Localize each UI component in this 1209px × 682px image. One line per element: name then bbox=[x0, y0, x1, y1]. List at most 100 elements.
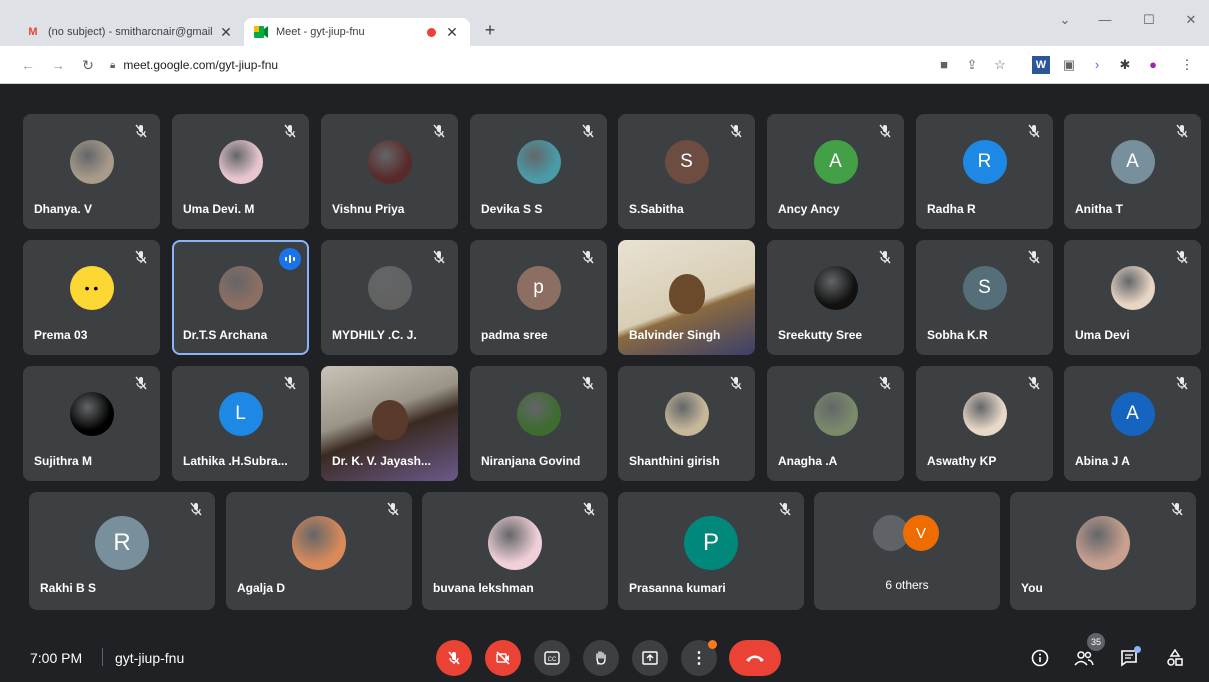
mic-muted-icon bbox=[581, 376, 595, 390]
participant-tile[interactable]: Aswathy KP bbox=[916, 366, 1053, 481]
participant-tile[interactable]: Agalja D bbox=[226, 492, 412, 610]
mic-muted-icon bbox=[729, 124, 743, 138]
minimize-icon[interactable]: — bbox=[1090, 12, 1120, 27]
participant-name: You bbox=[1021, 581, 1043, 595]
present-icon bbox=[642, 651, 658, 665]
mic-muted-icon bbox=[729, 376, 743, 390]
participant-tile[interactable]: Sujithra M bbox=[23, 366, 160, 481]
participant-tile[interactable]: Niranjana Govind bbox=[470, 366, 607, 481]
others-avatar-letter: V bbox=[903, 515, 939, 551]
participant-name: Aswathy KP bbox=[927, 454, 997, 468]
share-icon[interactable]: ⇪ bbox=[963, 56, 981, 74]
mic-muted-icon bbox=[581, 124, 595, 138]
bookmark-star-icon[interactable]: ☆ bbox=[991, 56, 1009, 74]
activities-button[interactable] bbox=[1163, 646, 1187, 670]
meeting-grid: Dhanya. V Uma Devi. M Vishnu Priya Devika S… bbox=[0, 84, 1209, 682]
participant-tile[interactable]: A Abina J A bbox=[1064, 366, 1201, 481]
forward-icon[interactable]: → bbox=[48, 57, 68, 73]
camera-in-use-icon[interactable]: ■ bbox=[935, 56, 953, 74]
tab-meet[interactable]: Meet - gyt-jiup-fnu ✕ bbox=[244, 18, 470, 46]
participant-tile[interactable]: Sreekutty Sree bbox=[767, 240, 904, 355]
mic-muted-icon bbox=[432, 250, 446, 264]
participant-name: MYDHILY .C. J. bbox=[332, 328, 417, 342]
participant-tile[interactable]: R Radha R bbox=[916, 114, 1053, 229]
mic-muted-icon bbox=[1027, 250, 1041, 264]
participant-avatar: S bbox=[664, 139, 709, 184]
lock-icon: 🔒︎ bbox=[110, 59, 116, 71]
maximize-icon[interactable]: ☐ bbox=[1134, 12, 1164, 28]
participant-tile[interactable]: Dr. K. V. Jayash... bbox=[321, 366, 458, 481]
participant-name: Dr.T.S Archana bbox=[183, 328, 268, 342]
participant-tile[interactable]: buvana lekshman bbox=[422, 492, 608, 610]
microphone-toggle-button[interactable] bbox=[436, 640, 472, 676]
new-tab-button[interactable]: + bbox=[478, 20, 502, 41]
participant-tile[interactable]: A Anitha T bbox=[1064, 114, 1201, 229]
extensions-puzzle-icon[interactable]: ✱ bbox=[1116, 56, 1134, 74]
mic-muted-icon bbox=[1175, 250, 1189, 264]
close-tab-icon[interactable]: ✕ bbox=[444, 24, 460, 41]
participant-tile[interactable]: Balvinder Singh bbox=[618, 240, 755, 355]
participant-avatar bbox=[69, 391, 114, 436]
participant-avatar bbox=[516, 391, 561, 436]
participant-tile[interactable]: Uma Devi. M bbox=[172, 114, 309, 229]
people-icon bbox=[1074, 651, 1094, 666]
close-tab-icon[interactable]: ✕ bbox=[218, 24, 234, 41]
mic-muted-icon bbox=[1027, 376, 1041, 390]
address-bar: ← → ↻ 🔒︎ meet.google.com/gyt-jiup-fnu ■ … bbox=[0, 46, 1209, 84]
raise-hand-button[interactable] bbox=[583, 640, 619, 676]
camera-toggle-button[interactable] bbox=[485, 640, 521, 676]
participant-avatar: A bbox=[1110, 139, 1155, 184]
mic-muted-icon bbox=[1175, 124, 1189, 138]
participant-tile[interactable]: You bbox=[1010, 492, 1196, 610]
participant-tile[interactable]: Shanthini girish bbox=[618, 366, 755, 481]
participant-tile[interactable]: Dr.T.S Archana bbox=[172, 240, 309, 355]
participant-avatar bbox=[813, 391, 858, 436]
participant-tile[interactable]: L Lathika .H.Subra... bbox=[172, 366, 309, 481]
participant-avatar bbox=[367, 265, 412, 310]
tab-search-icon[interactable]: ⌄ bbox=[1050, 12, 1080, 28]
back-icon[interactable]: ← bbox=[18, 57, 38, 73]
speaking-indicator-icon bbox=[279, 248, 301, 270]
participant-avatar: R bbox=[95, 516, 149, 570]
participant-tile[interactable]: A Ancy Ancy bbox=[767, 114, 904, 229]
present-screen-button[interactable] bbox=[632, 640, 668, 676]
tab-gmail[interactable]: M (no subject) - smitharcnair@gmail ✕ bbox=[16, 18, 244, 46]
tab-title: (no subject) - smitharcnair@gmail bbox=[48, 26, 213, 38]
participant-tile[interactable]: R Rakhi B S bbox=[29, 492, 215, 610]
participant-name: Radha R bbox=[927, 202, 976, 216]
participant-tile[interactable]: Anagha .A bbox=[767, 366, 904, 481]
participant-avatar: P bbox=[684, 516, 738, 570]
participant-tile[interactable]: p padma sree bbox=[470, 240, 607, 355]
captions-button[interactable]: CC bbox=[534, 640, 570, 676]
participant-tile[interactable]: MYDHILY .C. J. bbox=[321, 240, 458, 355]
more-options-button[interactable]: ⋮ bbox=[681, 640, 717, 676]
extension-arrow-icon[interactable]: › bbox=[1088, 56, 1106, 74]
participant-avatar bbox=[292, 516, 346, 570]
participant-tile[interactable]: Uma Devi bbox=[1064, 240, 1201, 355]
chat-button[interactable] bbox=[1117, 646, 1141, 670]
participant-tile[interactable]: S Sobha K.R bbox=[916, 240, 1053, 355]
participant-tile[interactable]: Dhanya. V bbox=[23, 114, 160, 229]
participant-tile[interactable]: S S.Sabitha bbox=[618, 114, 755, 229]
participant-avatar bbox=[218, 265, 263, 310]
leave-call-button[interactable] bbox=[729, 640, 781, 676]
browser-menu-icon[interactable]: ⋮ bbox=[1178, 56, 1196, 74]
word-extension-icon[interactable]: W bbox=[1032, 56, 1050, 74]
participant-tile[interactable]: • • Prema 03 bbox=[23, 240, 160, 355]
participant-tile[interactable]: Devika S S bbox=[470, 114, 607, 229]
current-time: 7:00 PM bbox=[30, 650, 83, 666]
participant-name: Anitha T bbox=[1075, 202, 1123, 216]
participant-tile[interactable]: V 6 others bbox=[814, 492, 1000, 610]
participant-name: Balvinder Singh bbox=[629, 328, 721, 342]
reload-icon[interactable]: ↻ bbox=[78, 57, 98, 74]
extension-icon[interactable]: ▣ bbox=[1060, 56, 1078, 74]
meeting-details-button[interactable] bbox=[1028, 646, 1052, 670]
participant-tile[interactable]: P Prasanna kumari bbox=[618, 492, 804, 610]
participant-avatar bbox=[664, 391, 709, 436]
video-subject bbox=[668, 273, 705, 314]
close-window-icon[interactable]: ✕ bbox=[1176, 12, 1206, 28]
profile-avatar-icon[interactable]: ● bbox=[1144, 56, 1162, 74]
meet-icon bbox=[254, 25, 268, 39]
url-input[interactable]: 🔒︎ meet.google.com/gyt-jiup-fnu bbox=[110, 52, 920, 78]
participant-tile[interactable]: Vishnu Priya bbox=[321, 114, 458, 229]
